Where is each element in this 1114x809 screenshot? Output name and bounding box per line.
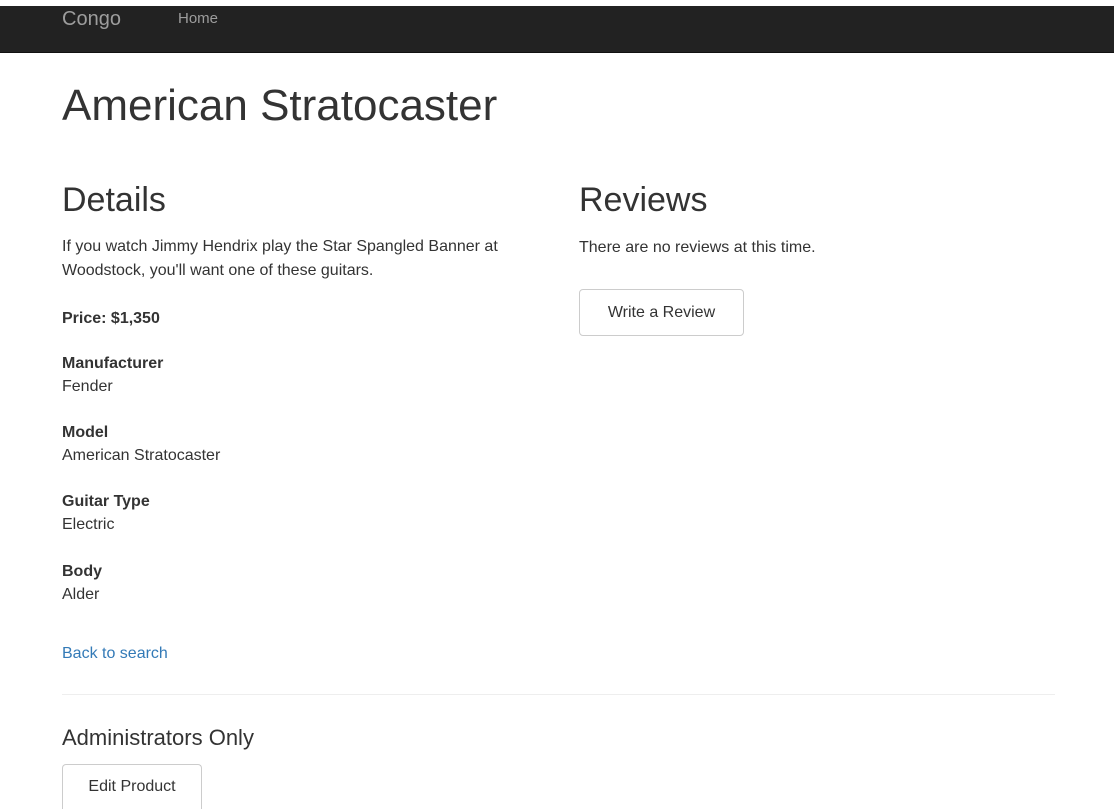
section-divider bbox=[62, 694, 1055, 695]
page-title: American Stratocaster bbox=[62, 81, 498, 130]
spec-value: Fender bbox=[62, 378, 113, 395]
spec-label: Model bbox=[62, 424, 109, 441]
spec-value: Electric bbox=[62, 516, 115, 533]
admin-heading: Administrators Only bbox=[62, 725, 254, 750]
product-price: Price: $1,350 bbox=[62, 310, 160, 327]
spec-value: American Stratocaster bbox=[62, 447, 221, 464]
top-navbar: Congo Home bbox=[0, 6, 1114, 53]
spec-value: Alder bbox=[62, 586, 100, 603]
reviews-heading: Reviews bbox=[579, 181, 708, 219]
spec-guitar-type: Guitar Type Electric bbox=[62, 490, 462, 536]
product-description: If you watch Jimmy Hendrix play the Star… bbox=[62, 238, 498, 279]
back-to-search-link[interactable]: Back to search bbox=[62, 643, 168, 665]
spec-manufacturer: Manufacturer Fender bbox=[62, 352, 462, 398]
brand-link[interactable]: Congo bbox=[62, 8, 121, 30]
no-reviews-message: There are no reviews at this time. bbox=[579, 239, 816, 256]
nav-home-link[interactable]: Home bbox=[178, 10, 218, 28]
write-review-button[interactable]: Write a Review bbox=[579, 289, 744, 336]
spec-body: Body Alder bbox=[62, 560, 462, 606]
details-heading: Details bbox=[62, 181, 166, 219]
spec-label: Body bbox=[62, 563, 102, 580]
edit-product-button[interactable]: Edit Product bbox=[62, 764, 202, 809]
spec-label: Manufacturer bbox=[62, 355, 164, 372]
spec-model: Model American Stratocaster bbox=[62, 421, 462, 467]
spec-label: Guitar Type bbox=[62, 493, 150, 510]
